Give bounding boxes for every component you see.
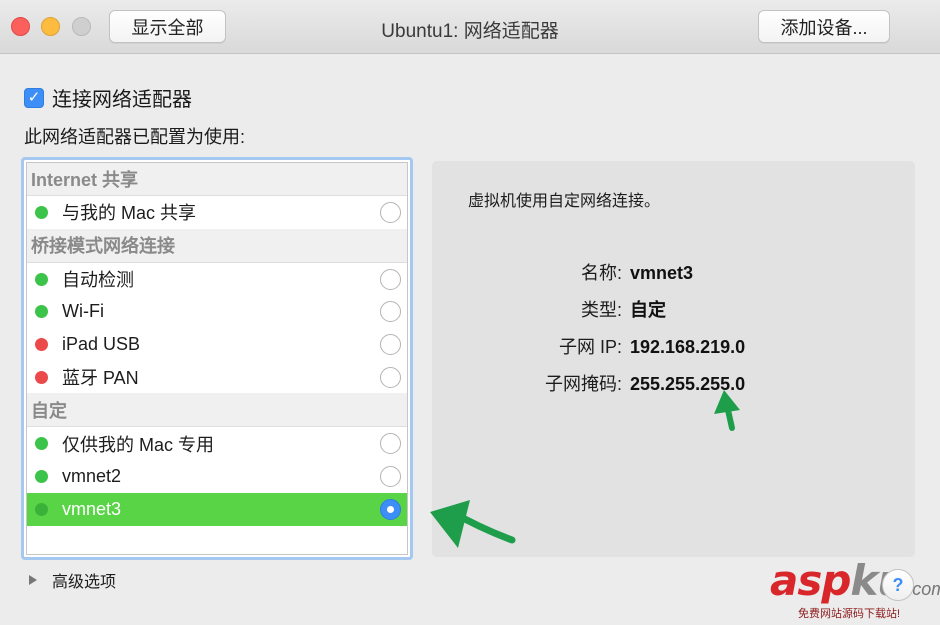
watermark-logo: aspku.com 免费网站源码下载站! [770,560,940,621]
annotation-arrows [430,390,740,548]
watermark-text-1: asp [770,556,851,605]
watermark-subtitle: 免费网站源码下载站! [798,608,901,620]
arrow-to-subnet-mask-icon [714,390,740,431]
help-button[interactable]: ? [882,569,914,601]
arrow-to-vmnet3-icon [430,500,516,548]
